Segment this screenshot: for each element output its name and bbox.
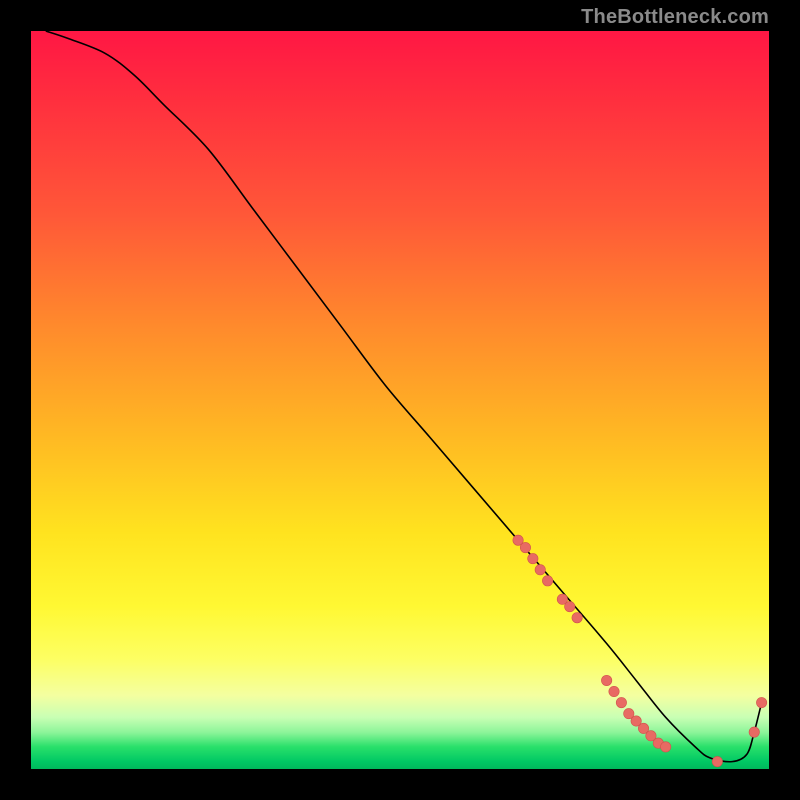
data-point (528, 553, 538, 563)
data-point (535, 565, 545, 575)
data-point (712, 756, 722, 766)
data-point (756, 697, 766, 707)
chart-curve (46, 31, 762, 762)
data-point (572, 613, 582, 623)
data-point (749, 727, 759, 737)
data-point (601, 675, 611, 685)
data-point (660, 742, 670, 752)
chart-overlay (31, 31, 769, 769)
data-point (520, 542, 530, 552)
data-point (542, 576, 552, 586)
data-point (616, 697, 626, 707)
data-point (565, 601, 575, 611)
chart-points (513, 535, 767, 767)
data-point (609, 686, 619, 696)
watermark-text: TheBottleneck.com (581, 6, 769, 29)
